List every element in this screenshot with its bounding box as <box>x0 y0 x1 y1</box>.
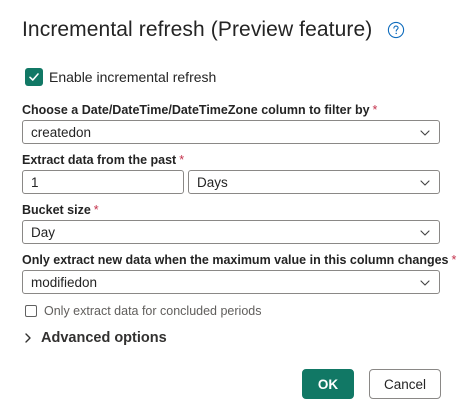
extract-past-number-input[interactable]: 1 <box>22 170 184 194</box>
advanced-options-label[interactable]: Advanced options <box>41 330 167 346</box>
extract-past-label-text: Extract data from the past <box>22 153 177 167</box>
required-mark: * <box>372 103 378 117</box>
date-column-label-text: Choose a Date/DateTime/DateTimeZone colu… <box>22 103 370 117</box>
question-circle-icon[interactable] <box>387 21 405 39</box>
incremental-refresh-dialog: Incremental refresh (Preview feature) En… <box>0 0 462 420</box>
chevron-right-icon <box>25 333 31 343</box>
extract-past-unit-value: Days <box>197 174 228 190</box>
bucket-size-label-text: Bucket size <box>22 203 91 217</box>
checkbox-unchecked-icon[interactable] <box>25 305 37 317</box>
change-column-label-text: Only extract new data when the maximum v… <box>22 253 449 267</box>
chevron-down-icon <box>420 280 430 286</box>
extract-past-label: Extract data from the past * <box>22 153 184 167</box>
change-column-label: Only extract new data when the maximum v… <box>22 253 456 267</box>
extract-past-number-value: 1 <box>31 174 39 190</box>
chevron-down-icon <box>420 230 430 236</box>
change-column-value: modifiedon <box>31 274 98 290</box>
bucket-size-label: Bucket size * <box>22 203 99 217</box>
date-column-value: createdon <box>31 124 92 140</box>
chevron-down-icon <box>420 180 430 186</box>
required-mark: * <box>451 253 457 267</box>
extract-past-unit-dropdown[interactable]: Days <box>188 170 440 194</box>
checkbox-checked-icon[interactable] <box>25 68 43 86</box>
concluded-periods-checkbox[interactable]: Only extract data for concluded periods <box>25 304 261 318</box>
dialog-header: Incremental refresh (Preview feature) <box>22 18 405 42</box>
date-column-dropdown[interactable]: createdon <box>22 120 440 144</box>
chevron-down-icon <box>420 130 430 136</box>
change-column-dropdown[interactable]: modifiedon <box>22 270 440 294</box>
bucket-size-value: Day <box>31 224 56 240</box>
enable-incremental-refresh-label[interactable]: Enable incremental refresh <box>49 69 216 85</box>
dialog-title: Incremental refresh (Preview feature) <box>22 18 373 41</box>
ok-button[interactable]: OK <box>302 369 354 399</box>
date-column-label: Choose a Date/DateTime/DateTimeZone colu… <box>22 103 377 117</box>
enable-incremental-refresh-checkbox[interactable]: Enable incremental refresh <box>25 68 216 86</box>
required-mark: * <box>179 153 185 167</box>
cancel-button[interactable]: Cancel <box>369 369 441 399</box>
bucket-size-dropdown[interactable]: Day <box>22 220 440 244</box>
concluded-periods-label[interactable]: Only extract data for concluded periods <box>44 304 261 318</box>
required-mark: * <box>93 203 99 217</box>
advanced-options-toggle[interactable]: Advanced options <box>22 330 167 346</box>
